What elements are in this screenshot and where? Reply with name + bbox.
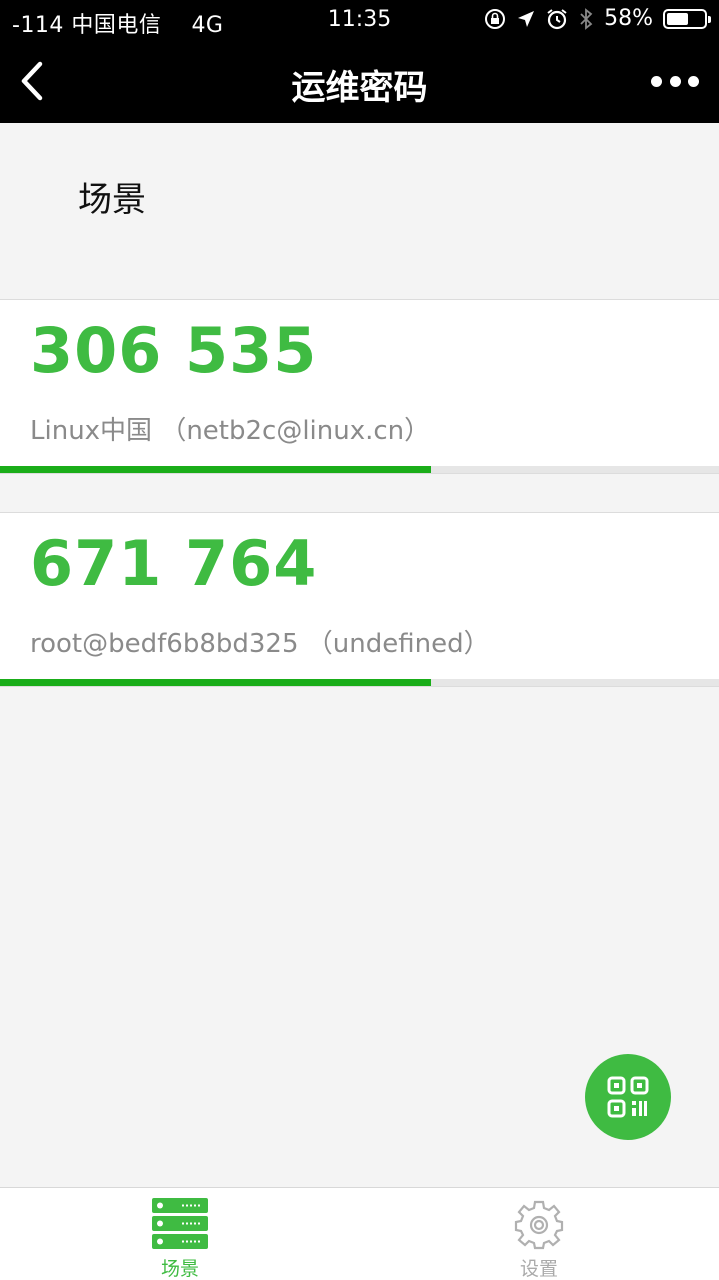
- otp-code: 671 764: [30, 527, 318, 600]
- countdown-progress-fill: [0, 466, 432, 473]
- server-list-icon: [152, 1198, 208, 1249]
- tab-bar: 场景 设置: [0, 1187, 719, 1280]
- countdown-progress: [0, 679, 719, 686]
- more-dots-icon: [651, 75, 662, 87]
- scan-qr-button[interactable]: [585, 1054, 671, 1140]
- bluetooth-icon: [580, 7, 593, 30]
- battery-percent: 58%: [604, 6, 653, 31]
- page-title: 运维密码: [291, 68, 428, 108]
- status-bar: -114 中国电信 4G 11:35 58%: [0, 0, 719, 40]
- app-screen: -114 中国电信 4G 11:35 58% 运维密码 场景 306 535 L…: [0, 0, 719, 1280]
- gear-icon: [514, 1200, 564, 1250]
- countdown-progress-fill: [0, 679, 432, 686]
- otp-code: 306 535: [30, 314, 318, 387]
- orientation-lock-icon: [485, 8, 506, 29]
- location-arrow-icon: [518, 10, 535, 27]
- account-label: root@bedf6b8bd325 （undefined）: [30, 629, 490, 659]
- section-title: 场景: [78, 180, 146, 220]
- tab-label: 设置: [519, 1258, 558, 1280]
- account-card[interactable]: 306 535 Linux中国 （netb2c@linux.cn）: [0, 299, 719, 474]
- tab-settings[interactable]: 设置: [439, 1188, 639, 1280]
- more-options-button[interactable]: [651, 68, 699, 94]
- account-label: Linux中国 （netb2c@linux.cn）: [30, 416, 431, 446]
- tab-label: 场景: [160, 1258, 199, 1280]
- battery-icon: [663, 8, 711, 29]
- nav-bar: 运维密码: [0, 40, 719, 123]
- countdown-progress: [0, 466, 719, 473]
- account-card[interactable]: 671 764 root@bedf6b8bd325 （undefined）: [0, 512, 719, 687]
- tab-scenes[interactable]: 场景: [80, 1188, 280, 1280]
- alarm-icon: [547, 8, 567, 29]
- qr-code-icon: [607, 1076, 649, 1118]
- battery-fill: [667, 12, 688, 25]
